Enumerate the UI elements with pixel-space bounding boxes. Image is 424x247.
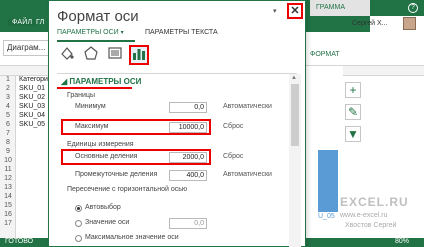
minor-label: Промежуточные деления xyxy=(75,171,158,178)
cell[interactable]: SKU_02 xyxy=(19,94,45,101)
close-icon[interactable]: ✕ xyxy=(287,3,303,19)
watermark-name: Хвостов Сергей xyxy=(345,222,397,229)
major-label: Основные деления xyxy=(75,153,138,160)
tab-label: ПАРАМЕТРЫ ОСИ xyxy=(57,29,119,36)
minimum-label: Минимум xyxy=(75,103,106,110)
pane-options-icon[interactable]: ▾ xyxy=(273,7,277,15)
row-number: 13 xyxy=(4,184,12,191)
effects-icon[interactable] xyxy=(81,45,101,65)
options-scroll-area[interactable]: ◢ ПАРАМЕТРЫ ОСИ Границы Минимум 0,0 Авто… xyxy=(57,74,289,247)
row-number: 15 xyxy=(4,202,12,209)
row-number: 12 xyxy=(4,175,12,182)
zoom-level[interactable]: 80% xyxy=(395,238,409,245)
maximum-label: Максимум xyxy=(75,123,109,130)
chart-filter-icon[interactable]: ▼ xyxy=(345,126,361,142)
row-number: 17 xyxy=(4,220,12,227)
cell[interactable]: SKU_05 xyxy=(19,121,45,128)
chart-styles-icon[interactable]: ✎ xyxy=(345,104,361,120)
cross-heading: Пересечение с горизонтальной осью xyxy=(67,186,188,193)
radio-axis-value[interactable] xyxy=(75,220,82,227)
row-number: 5 xyxy=(6,112,10,119)
bounds-heading: Границы xyxy=(67,92,95,99)
tab-text-options[interactable]: ПАРАМЕТРЫ ТЕКСТА xyxy=(145,29,218,36)
section-title: ПАРАМЕТРЫ ОСИ xyxy=(69,77,142,86)
radio-auto-label: Автовыбор xyxy=(85,204,121,211)
axis-options-icon[interactable] xyxy=(129,45,149,65)
pane-scrollbar[interactable]: ▲ xyxy=(289,74,301,247)
cell[interactable]: Категория xyxy=(19,76,52,83)
format-tab[interactable]: ФОРМАТ xyxy=(310,51,340,58)
tab-axis-options[interactable]: ПАРАМЕТРЫ ОСИ ▾ xyxy=(57,29,124,36)
row-number: 14 xyxy=(4,193,12,200)
major-reset-button[interactable]: Сброс xyxy=(223,153,243,160)
section-axis-options[interactable]: ◢ ПАРАМЕТРЫ ОСИ xyxy=(61,77,141,86)
minimum-input[interactable]: 0,0 xyxy=(169,102,207,113)
cell[interactable]: SKU_01 xyxy=(19,85,45,92)
minor-input[interactable]: 400,0 xyxy=(169,170,207,181)
watermark-logo: EXCEL.RU xyxy=(340,195,409,209)
cell[interactable]: SKU_03 xyxy=(19,103,45,110)
row-number: 8 xyxy=(6,139,10,146)
section-highlight xyxy=(57,87,132,89)
chevron-down-icon: ▾ xyxy=(120,30,124,36)
minimum-mode: Автоматически xyxy=(223,103,272,110)
radio-auto[interactable] xyxy=(75,205,82,212)
row-number: 10 xyxy=(4,157,12,164)
row-number: 16 xyxy=(4,211,12,218)
format-axis-pane: Формат оси ▾ ✕ ПАРАМЕТРЫ ОСИ ▾ ПАРАМЕТРЫ… xyxy=(48,0,306,247)
major-input[interactable]: 2000,0 xyxy=(169,152,207,163)
chart-tools-tab[interactable]: ГРАММА xyxy=(310,0,370,16)
radio-max-value-label: Максимальное значение оси xyxy=(85,234,179,241)
cell[interactable]: SKU_04 xyxy=(19,112,45,119)
chart-elements-icon[interactable]: + xyxy=(345,82,361,98)
row-number: 1 xyxy=(6,76,10,83)
axis-value-input[interactable]: 0,0 xyxy=(169,218,207,229)
fill-line-icon[interactable] xyxy=(57,45,77,65)
maximum-input[interactable]: 10000,0 xyxy=(169,122,207,133)
home-tab[interactable]: ГЛ xyxy=(36,19,44,26)
row-number: 3 xyxy=(6,94,10,101)
pane-title: Формат оси xyxy=(57,8,139,25)
radio-axis-value-label: Значение оси xyxy=(85,219,130,226)
row-number: 11 xyxy=(4,166,12,173)
scroll-up-icon[interactable]: ▲ xyxy=(291,75,297,81)
category-icons xyxy=(57,45,149,69)
maximum-reset-button[interactable]: Сброс xyxy=(223,123,243,130)
row-headers: 1 2 3 4 5 6 7 8 9 10 11 12 13 14 15 16 1… xyxy=(0,76,16,238)
row-number: 4 xyxy=(6,103,10,110)
status-ready: ГОТОВО xyxy=(5,238,34,245)
chart-bar[interactable] xyxy=(318,150,338,212)
file-tab[interactable]: ФАЙЛ xyxy=(8,19,37,26)
avatar[interactable] xyxy=(403,17,416,30)
units-heading: Единицы измерения xyxy=(67,141,134,148)
tab-label: ПАРАМЕТРЫ ТЕКСТА xyxy=(145,29,218,36)
size-properties-icon[interactable] xyxy=(105,45,125,65)
row-number: 7 xyxy=(6,130,10,137)
radio-max-value[interactable] xyxy=(75,235,82,242)
user-name[interactable]: Сергей Х... xyxy=(352,20,388,27)
row-number: 2 xyxy=(6,85,10,92)
scrollbar-thumb[interactable] xyxy=(291,84,299,146)
active-tab-indicator xyxy=(57,40,135,42)
minor-mode: Автоматически xyxy=(223,171,272,178)
row-number: 9 xyxy=(6,148,10,155)
watermark-url: www.e-excel.ru xyxy=(340,212,388,219)
help-icon[interactable]: ? xyxy=(408,3,418,13)
chart-category-label: U_05 xyxy=(318,213,335,220)
row-number: 6 xyxy=(6,121,10,128)
